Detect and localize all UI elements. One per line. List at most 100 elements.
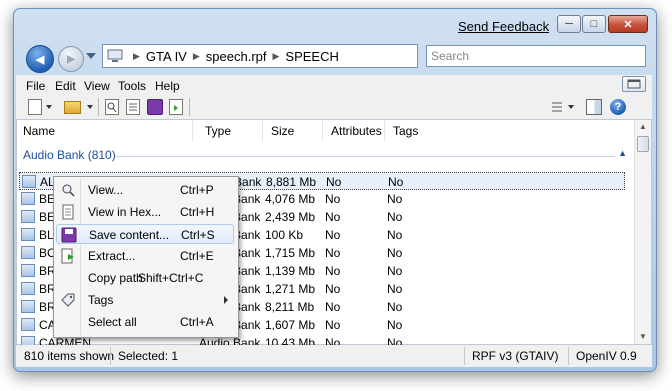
column-header-type[interactable]: Type bbox=[199, 120, 263, 142]
extract-icon[interactable] bbox=[169, 99, 183, 115]
magnifier-icon bbox=[107, 102, 117, 113]
scroll-down-icon[interactable]: ▼ bbox=[635, 330, 651, 344]
cell-attributes: No bbox=[325, 246, 341, 260]
scroll-up-icon[interactable]: ▲ bbox=[635, 120, 651, 134]
forward-button[interactable]: ▶ bbox=[58, 46, 84, 72]
save-floppy-icon[interactable] bbox=[147, 99, 163, 115]
forward-arrow-icon: ▶ bbox=[67, 53, 75, 65]
column-header-size[interactable]: Size bbox=[265, 120, 323, 142]
menu-edit[interactable]: Edit bbox=[55, 79, 76, 93]
status-bar: 810 items shown Selected: 1 RPF v3 (GTAI… bbox=[16, 345, 652, 367]
status-divider bbox=[568, 347, 569, 365]
search-icon bbox=[60, 182, 76, 198]
new-file-icon[interactable] bbox=[28, 99, 42, 115]
menu-item-label: View in Hex... bbox=[88, 205, 162, 219]
menu-item-tags[interactable]: Tags bbox=[56, 290, 234, 310]
audio-bank-icon bbox=[22, 175, 36, 188]
cell-tags: No bbox=[387, 282, 403, 296]
cell-tags: No bbox=[387, 246, 403, 260]
cell-attributes: No bbox=[325, 264, 341, 278]
toolbar: ? bbox=[16, 95, 652, 120]
menu-item-label: Copy path bbox=[88, 271, 143, 285]
menu-item-view-in-hex[interactable]: View in Hex... Ctrl+H bbox=[56, 202, 234, 222]
column-header-attributes[interactable]: Attributes bbox=[325, 120, 385, 142]
menu-item-save-content[interactable]: Save content... Ctrl+S bbox=[56, 224, 234, 244]
cell-name: BL bbox=[39, 228, 54, 242]
menu-view[interactable]: View bbox=[84, 79, 110, 93]
breadcrumb-separator: ▶ bbox=[192, 50, 200, 61]
back-button[interactable]: ◀ bbox=[26, 45, 54, 73]
cell-size: 1,715 Mb bbox=[265, 246, 316, 260]
address-bar[interactable]: ▶ GTA IV ▶ speech.rpf ▶ SPEECH bbox=[102, 44, 418, 68]
cell-attributes: No bbox=[325, 318, 341, 332]
menu-help[interactable]: Help bbox=[155, 79, 180, 93]
menu-item-extract[interactable]: Extract... Ctrl+E bbox=[56, 246, 234, 266]
close-button[interactable]: ✕ bbox=[608, 15, 648, 33]
pane-layout-icon[interactable] bbox=[586, 99, 602, 115]
window-icon bbox=[627, 79, 641, 89]
preview-pane-button[interactable] bbox=[622, 76, 646, 92]
audio-bank-icon bbox=[21, 282, 35, 295]
open-dropdown-icon[interactable] bbox=[87, 105, 93, 109]
open-folder-icon[interactable] bbox=[64, 101, 81, 114]
view-dropdown-icon[interactable] bbox=[568, 105, 574, 109]
menu-item-select-all[interactable]: Select all Ctrl+A bbox=[56, 312, 234, 332]
menu-item-shortcut: Ctrl+S bbox=[181, 228, 215, 242]
menu-item-view[interactable]: View... Ctrl+P bbox=[56, 180, 234, 200]
cell-size: 1,607 Mb bbox=[265, 318, 316, 332]
document-lines-icon bbox=[129, 103, 137, 111]
group-header[interactable]: Audio Bank (810) ▲ bbox=[23, 148, 627, 164]
extract-icon bbox=[60, 248, 76, 264]
cell-tags: No bbox=[387, 228, 403, 242]
menu-item-shortcut: Ctrl+H bbox=[180, 205, 215, 219]
breadcrumb-separator: ▶ bbox=[272, 50, 280, 61]
status-items-shown: 810 items shown bbox=[24, 349, 115, 363]
status-app-version: OpenIV 0.9 bbox=[576, 349, 637, 363]
cell-attributes: No bbox=[325, 300, 341, 314]
tag-icon bbox=[60, 292, 76, 308]
column-header-name[interactable]: Name bbox=[17, 120, 193, 142]
menu-file[interactable]: File bbox=[26, 79, 45, 93]
status-selected: Selected: 1 bbox=[118, 349, 179, 363]
help-icon[interactable]: ? bbox=[610, 99, 626, 115]
view-search-icon[interactable] bbox=[105, 99, 119, 115]
audio-bank-icon bbox=[21, 300, 35, 313]
menu-item-shortcut: Shift+Ctrl+C bbox=[138, 271, 204, 285]
cell-size: 4,076 Mb bbox=[265, 192, 316, 206]
minimize-button[interactable]: ─ bbox=[557, 15, 581, 33]
menu-item-shortcut: Ctrl+A bbox=[180, 315, 214, 329]
breadcrumb-gta-iv[interactable]: GTA IV bbox=[146, 49, 187, 64]
status-divider bbox=[110, 347, 111, 365]
maximize-button[interactable]: □ bbox=[582, 15, 606, 33]
view-hex-icon[interactable] bbox=[126, 99, 140, 115]
menu-item-copy-path[interactable]: Copy path Shift+Ctrl+C bbox=[56, 268, 234, 288]
menu-item-shortcut: Ctrl+E bbox=[180, 249, 214, 263]
status-divider bbox=[464, 347, 465, 365]
audio-bank-icon bbox=[21, 228, 35, 241]
menu-item-label: Save content... bbox=[89, 228, 170, 242]
audio-bank-icon bbox=[21, 210, 35, 223]
context-menu: View... Ctrl+P View in Hex... Ctrl+H Save co… bbox=[53, 176, 239, 338]
details-view-icon bbox=[552, 102, 562, 112]
cell-attributes: No bbox=[325, 192, 341, 206]
back-arrow-icon: ◀ bbox=[35, 53, 45, 66]
send-feedback-link[interactable]: Send Feedback bbox=[458, 19, 549, 34]
collapse-chevron-icon[interactable]: ▲ bbox=[618, 148, 627, 158]
computer-icon bbox=[107, 49, 123, 62]
search-input[interactable]: Search bbox=[426, 45, 646, 67]
vertical-scrollbar[interactable]: ▲ ▼ bbox=[634, 120, 651, 344]
breadcrumb-separator: ▶ bbox=[133, 50, 140, 61]
new-dropdown-icon[interactable] bbox=[46, 105, 52, 109]
menu-tools[interactable]: Tools bbox=[118, 79, 146, 93]
cell-size: 8,211 Mb bbox=[265, 300, 315, 314]
menu-item-shortcut: Ctrl+P bbox=[180, 183, 214, 197]
view-list-icon[interactable] bbox=[550, 99, 564, 115]
history-dropdown-icon[interactable] bbox=[86, 53, 96, 59]
breadcrumb-speech-rpf[interactable]: speech.rpf bbox=[206, 49, 267, 64]
cell-size: 1,139 Mb bbox=[265, 264, 316, 278]
submenu-arrow-icon bbox=[224, 296, 228, 304]
scroll-thumb[interactable] bbox=[637, 136, 649, 152]
breadcrumb-speech[interactable]: SPEECH bbox=[285, 49, 338, 64]
column-header-tags[interactable]: Tags bbox=[387, 120, 467, 142]
cell-tags: No bbox=[388, 175, 404, 189]
